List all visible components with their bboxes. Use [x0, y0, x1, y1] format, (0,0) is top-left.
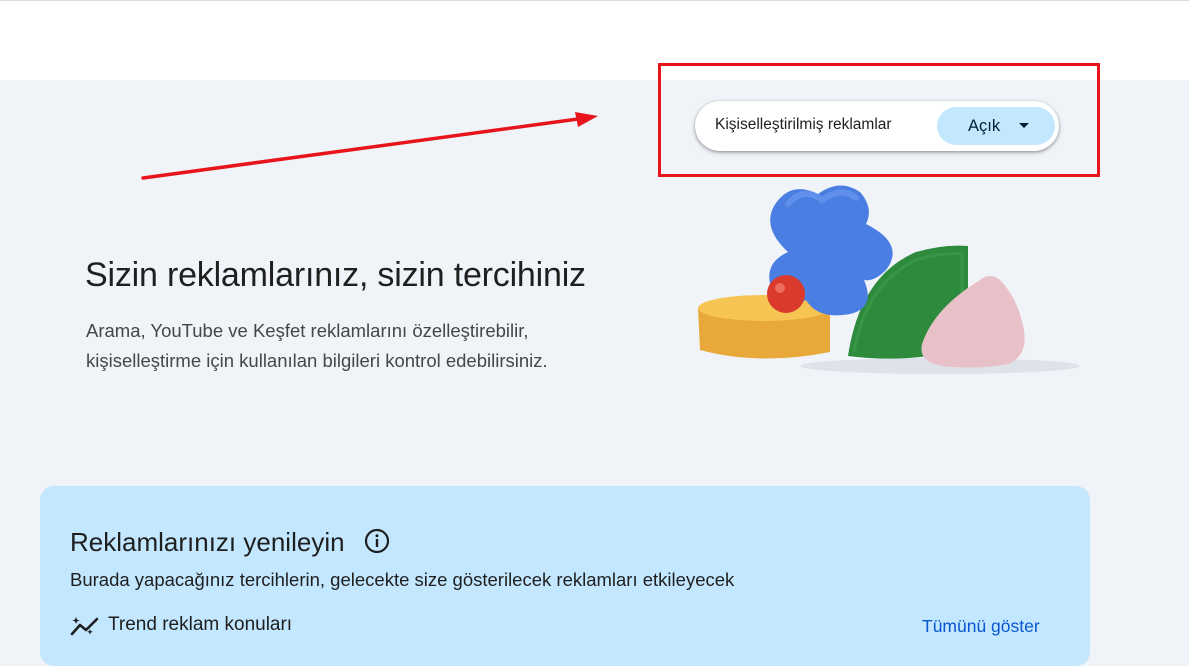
refresh-ads-description: Burada yapacağınız tercihlerin, gelecekt… [70, 569, 735, 590]
personalized-ads-label: Kişiselleştirilmiş reklamlar [715, 116, 892, 133]
trend-icon [70, 617, 99, 636]
show-all-link[interactable]: Tümünü göster [922, 616, 1040, 637]
hero-description-line-1: Arama, YouTube ve Keşfet reklamlarını öz… [86, 320, 529, 341]
personalized-ads-dropdown[interactable]: Açık [937, 107, 1055, 145]
personalized-ads-value: Açık [968, 117, 1001, 135]
page-title: Sizin reklamlarınız, sizin tercihiniz [85, 256, 586, 294]
personalized-ads-control: Kişiselleştirilmiş reklamlar Açık [695, 101, 1059, 151]
hero-description: Arama, YouTube ve Keşfet reklamlarını öz… [86, 316, 646, 376]
shapes-illustration [698, 185, 1080, 374]
trend-ad-topics-heading: Trend reklam konuları [108, 614, 293, 635]
caret-down-icon [1019, 123, 1029, 128]
hero-description-line-2: kişiselleştirme için kullanılan bilgiler… [86, 350, 548, 371]
info-icon[interactable] [364, 528, 390, 554]
top-bar [0, 0, 1189, 80]
refresh-ads-title: Reklamlarınızı yenileyin [70, 527, 345, 557]
